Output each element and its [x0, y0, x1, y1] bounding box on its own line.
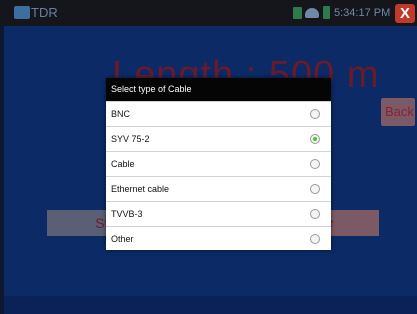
dialog-title: Select type of Cable	[106, 78, 331, 101]
cable-type-dialog: Select type of Cable BNC SYV 75-2 Cable …	[106, 78, 331, 250]
radio-button[interactable]	[310, 234, 320, 244]
option-label: Ethernet cable	[111, 184, 170, 194]
close-icon[interactable]: X	[395, 4, 415, 23]
option-label: SYV 75-2	[111, 134, 150, 144]
option-other[interactable]: Other	[106, 226, 331, 251]
tdr-app-icon	[14, 6, 30, 19]
option-bnc[interactable]: BNC	[106, 101, 331, 126]
option-label: Cable	[111, 159, 135, 169]
app-title: TDR	[31, 5, 58, 20]
option-tvvb-3[interactable]: TVVB-3	[106, 201, 331, 226]
option-syv-75-2[interactable]: SYV 75-2	[106, 126, 331, 151]
option-label: TVVB-3	[111, 209, 143, 219]
radio-button[interactable]	[310, 184, 320, 194]
radio-button[interactable]	[310, 209, 320, 219]
option-ethernet-cable[interactable]: Ethernet cable	[106, 176, 331, 201]
radio-button[interactable]	[310, 159, 320, 169]
option-cable[interactable]: Cable	[106, 151, 331, 176]
option-label: Other	[111, 234, 134, 244]
radio-button[interactable]	[310, 109, 320, 119]
status-bar: TDR 5:34:17 PM X	[0, 0, 417, 26]
wifi-icon	[305, 8, 319, 18]
clock: 5:34:17 PM	[334, 7, 391, 19]
sim-icon	[293, 7, 302, 19]
radio-button[interactable]	[310, 134, 320, 144]
bottom-band	[4, 296, 417, 314]
battery-icon	[323, 6, 330, 19]
option-label: BNC	[111, 109, 131, 119]
back-button[interactable]: Back	[381, 98, 415, 126]
